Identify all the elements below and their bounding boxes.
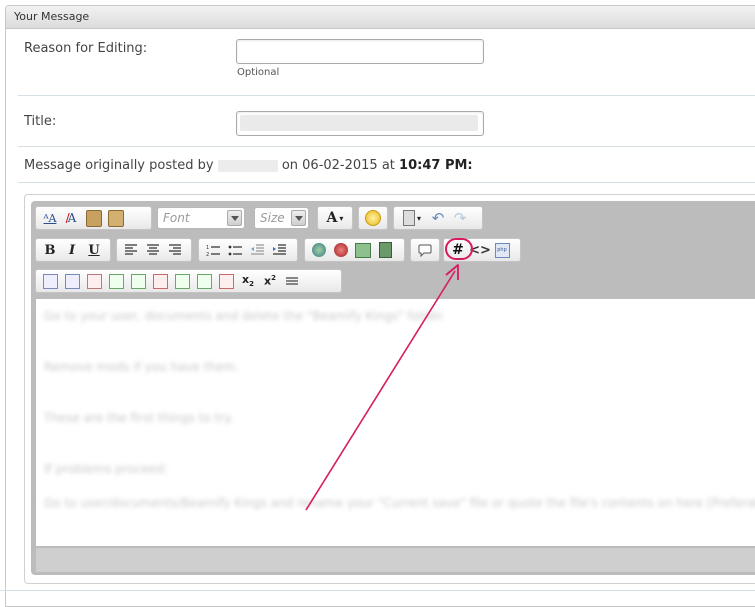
table-properties-icon[interactable]: [61, 271, 83, 291]
bold-icon[interactable]: B: [39, 240, 61, 260]
svg-text:2: 2: [206, 252, 209, 257]
toolbar-group-lists: 12: [198, 238, 298, 262]
outdent-icon[interactable]: [246, 240, 268, 260]
content-line: If problems proceed:: [44, 462, 168, 476]
svg-text:1: 1: [206, 245, 209, 251]
align-center-icon[interactable]: [142, 240, 164, 260]
redo-icon[interactable]: ↷: [449, 208, 471, 228]
insert-row-above-icon[interactable]: [105, 271, 127, 291]
highlight-circle: [445, 238, 473, 260]
paste-icon[interactable]: [83, 208, 105, 228]
attachment-icon[interactable]: ▾: [397, 208, 427, 228]
unordered-list-icon[interactable]: [224, 240, 246, 260]
content-line: Go to your user, documents and delete th…: [44, 309, 446, 323]
toolbar-group-color: A ▾: [317, 206, 353, 230]
panel-title: Your Message: [6, 6, 755, 29]
delete-table-icon[interactable]: [83, 271, 105, 291]
divider: [18, 146, 755, 147]
message-editor[interactable]: Go to your user, documents and delete th…: [36, 299, 755, 546]
font-select[interactable]: Font: [157, 207, 245, 229]
insert-column-right-icon[interactable]: [193, 271, 215, 291]
insert-row-below-icon[interactable]: [127, 271, 149, 291]
reason-input[interactable]: [236, 39, 484, 64]
reason-label: Reason for Editing:: [24, 41, 148, 56]
username-redacted: [217, 159, 278, 172]
toolbar-group-align: [116, 238, 192, 262]
toolbar-group-format: ᴬA A /: [35, 206, 152, 230]
divider: [18, 95, 755, 96]
divider: [0, 590, 755, 591]
insert-column-left-icon[interactable]: [171, 271, 193, 291]
toolbar-group-text-style: B I U: [35, 238, 111, 262]
subscript-icon[interactable]: x2: [237, 271, 259, 291]
title-value-redacted: [240, 115, 478, 131]
content-line: These are the first things to try.: [44, 411, 234, 425]
quote-icon[interactable]: [414, 240, 436, 260]
posted-date: on 06-02-2015 at: [281, 158, 395, 173]
delete-row-icon[interactable]: [149, 271, 171, 291]
align-left-icon[interactable]: [120, 240, 142, 260]
original-post-info: Message originally posted by on 06-02-20…: [24, 158, 473, 173]
insert-table-icon[interactable]: [39, 271, 61, 291]
ordered-list-icon[interactable]: 12: [202, 240, 224, 260]
remove-format-icon[interactable]: A /: [61, 208, 83, 228]
toolbar-group-table: x2 x2: [35, 269, 342, 293]
content-line: Remove mods if you have them.: [44, 360, 239, 374]
superscript-icon[interactable]: x2: [259, 271, 281, 291]
remove-link-icon[interactable]: [330, 240, 352, 260]
posted-prefix: Message originally posted by: [24, 158, 214, 173]
toolbar-group-insert: [304, 238, 405, 262]
font-select-label: Font: [163, 211, 190, 225]
paste-word-icon[interactable]: [105, 208, 127, 228]
smiley-icon[interactable]: [362, 208, 384, 228]
title-label: Title:: [24, 114, 57, 129]
delete-column-icon[interactable]: [215, 271, 237, 291]
toolbar-group-smilies: [358, 206, 388, 230]
reason-hint: Optional: [237, 67, 280, 78]
insert-link-icon[interactable]: [308, 240, 330, 260]
toolbar-group-edit: ▾ ↶ ↷: [393, 206, 483, 230]
horizontal-rule-icon[interactable]: [281, 271, 303, 291]
insert-video-icon[interactable]: [374, 240, 396, 260]
insert-image-icon[interactable]: [352, 240, 374, 260]
editor-status-bar: [36, 548, 755, 572]
title-input[interactable]: [236, 111, 484, 136]
font-size-icon[interactable]: ᴬA: [39, 208, 61, 228]
undo-icon[interactable]: ↶: [427, 208, 449, 228]
size-select[interactable]: Size: [254, 207, 309, 229]
underline-icon[interactable]: U: [83, 240, 105, 260]
content-line: Go to user/documents/Beamify Kings and r…: [44, 496, 755, 510]
align-right-icon[interactable]: [164, 240, 186, 260]
divider: [18, 182, 755, 183]
chevron-down-icon: [227, 210, 242, 226]
italic-icon[interactable]: I: [61, 240, 83, 260]
posted-time: 10:47 PM: [399, 158, 468, 173]
text-color-icon[interactable]: A ▾: [321, 208, 349, 228]
indent-icon[interactable]: [268, 240, 290, 260]
chevron-down-icon: [291, 210, 306, 226]
toolbar-group-quote: [410, 238, 440, 262]
size-select-label: Size: [260, 211, 285, 225]
php-code-icon[interactable]: php: [491, 240, 513, 260]
